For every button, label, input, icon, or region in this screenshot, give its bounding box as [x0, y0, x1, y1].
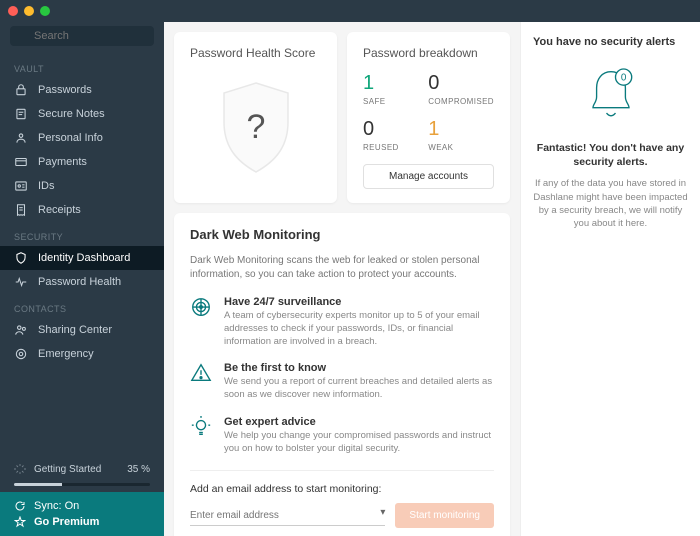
- feature-description: A team of cybersecurity experts monitor …: [224, 310, 494, 348]
- feature-first-to-know: Be the first to know We send you a repor…: [190, 362, 494, 402]
- breakdown-compromised: 0 COMPROMISED: [428, 72, 494, 106]
- pulse-icon: [14, 275, 28, 289]
- feature-surveillance: Have 24/7 surveillance A team of cyberse…: [190, 296, 494, 348]
- breakdown-value: 0: [428, 72, 494, 95]
- getting-started-progress: [14, 483, 150, 486]
- dark-web-title: Dark Web Monitoring: [190, 227, 494, 242]
- window-minimize-button[interactable]: [24, 6, 34, 16]
- sidebar-item-personal-info[interactable]: Personal Info: [0, 126, 164, 150]
- dropdown-caret-icon[interactable]: ▾: [380, 507, 385, 518]
- breakdown-safe: 1 SAFE: [363, 72, 408, 106]
- sidebar-item-label: Personal Info: [38, 132, 103, 144]
- sidebar-section-security: SECURITY: [0, 222, 164, 246]
- alert-triangle-icon: [190, 362, 212, 384]
- feature-title: Get expert advice: [224, 416, 494, 428]
- alerts-body-text: If any of the data you have stored in Da…: [533, 177, 688, 230]
- breakdown-value: 1: [428, 118, 494, 141]
- sidebar-item-password-health[interactable]: Password Health: [0, 270, 164, 294]
- breakdown-label: SAFE: [363, 97, 408, 106]
- sidebar-item-payments[interactable]: Payments: [0, 150, 164, 174]
- feature-expert-advice: Get expert advice We help you change you…: [190, 416, 494, 456]
- getting-started-percent: 35 %: [127, 464, 150, 475]
- email-monitoring-section: Add an email address to start monitoring…: [190, 470, 494, 528]
- id-icon: [14, 179, 28, 193]
- sidebar-item-label: IDs: [38, 180, 55, 192]
- sidebar-item-sharing-center[interactable]: Sharing Center: [0, 318, 164, 342]
- card-title: Password breakdown: [363, 46, 494, 60]
- sidebar-section-contacts: CONTACTS: [0, 294, 164, 318]
- radar-icon: [190, 296, 212, 318]
- breakdown-label: COMPROMISED: [428, 97, 494, 106]
- star-icon: [14, 516, 26, 528]
- manage-accounts-button[interactable]: Manage accounts: [363, 164, 494, 189]
- breakdown-label: WEAK: [428, 143, 494, 152]
- sparkle-icon: [14, 463, 26, 475]
- security-alerts-panel: You have no security alerts 0 Fantastic!…: [520, 22, 700, 536]
- breakdown-value: 0: [363, 118, 408, 141]
- sidebar-item-label: Payments: [38, 156, 87, 168]
- breakdown-label: REUSED: [363, 143, 408, 152]
- people-icon: [14, 323, 28, 337]
- sidebar-item-label: Password Health: [38, 276, 121, 288]
- feature-title: Have 24/7 surveillance: [224, 296, 494, 308]
- go-premium-row[interactable]: Go Premium: [14, 514, 150, 530]
- person-icon: [14, 131, 28, 145]
- lightbulb-icon: [190, 416, 212, 438]
- window-titlebar: [0, 0, 700, 22]
- sidebar-item-label: Passwords: [38, 84, 92, 96]
- score-question-mark: ?: [246, 108, 265, 146]
- search-input[interactable]: [10, 26, 154, 46]
- breakdown-reused: 0 REUSED: [363, 118, 408, 152]
- receipt-icon: [14, 203, 28, 217]
- breakdown-value: 1: [363, 72, 408, 95]
- getting-started-label: Getting Started: [34, 464, 119, 475]
- feature-description: We send you a report of current breaches…: [224, 376, 494, 402]
- feature-description: We help you change your compromised pass…: [224, 430, 494, 456]
- sync-premium-block: Sync: On Go Premium: [0, 492, 164, 536]
- email-input[interactable]: [190, 506, 385, 526]
- dark-web-monitoring-card: Dark Web Monitoring Dark Web Monitoring …: [174, 213, 510, 536]
- main-content: Password Health Score ? Password breakdo…: [164, 22, 520, 536]
- alert-count-badge: 0: [620, 73, 626, 84]
- breakdown-weak: 1 WEAK: [428, 118, 494, 152]
- feature-title: Be the first to know: [224, 362, 494, 374]
- sidebar-item-secure-notes[interactable]: Secure Notes: [0, 102, 164, 126]
- start-monitoring-button[interactable]: Start monitoring: [395, 503, 494, 528]
- alerts-panel-title: You have no security alerts: [533, 36, 688, 48]
- note-icon: [14, 107, 28, 121]
- sync-row[interactable]: Sync: On: [14, 498, 150, 514]
- sidebar-item-label: Emergency: [38, 348, 94, 360]
- sidebar-item-passwords[interactable]: Passwords: [0, 78, 164, 102]
- password-breakdown-card: Password breakdown 1 SAFE 0 COMPROMISED …: [347, 32, 510, 203]
- window-close-button[interactable]: [8, 6, 18, 16]
- sidebar-item-emergency[interactable]: Emergency: [0, 342, 164, 366]
- sync-icon: [14, 500, 26, 512]
- sync-label: Sync: On: [34, 500, 79, 512]
- sidebar-item-label: Receipts: [38, 204, 81, 216]
- sidebar-item-label: Sharing Center: [38, 324, 112, 336]
- sidebar-item-receipts[interactable]: Receipts: [0, 198, 164, 222]
- shield-icon: [14, 251, 28, 265]
- lock-icon: [14, 83, 28, 97]
- dark-web-description: Dark Web Monitoring scans the web for le…: [190, 254, 494, 282]
- card-title: Password Health Score: [190, 46, 321, 60]
- alerts-headline: Fantastic! You don't have any security a…: [533, 142, 688, 169]
- sidebar-item-identity-dashboard[interactable]: Identity Dashboard: [0, 246, 164, 270]
- life-ring-icon: [14, 347, 28, 361]
- sidebar-item-ids[interactable]: IDs: [0, 174, 164, 198]
- sidebar-item-label: Secure Notes: [38, 108, 105, 120]
- window-maximize-button[interactable]: [40, 6, 50, 16]
- card-icon: [14, 155, 28, 169]
- sidebar: VAULT Passwords Secure Notes Personal In…: [0, 22, 164, 536]
- getting-started-row[interactable]: Getting Started 35 %: [0, 455, 164, 483]
- bell-illustration: 0: [584, 66, 638, 126]
- password-health-score-card: Password Health Score ?: [174, 32, 337, 203]
- go-premium-label: Go Premium: [34, 516, 99, 528]
- score-shield: ?: [216, 80, 296, 175]
- sidebar-section-vault: VAULT: [0, 54, 164, 78]
- email-prompt-label: Add an email address to start monitoring…: [190, 483, 494, 495]
- sidebar-item-label: Identity Dashboard: [38, 252, 130, 264]
